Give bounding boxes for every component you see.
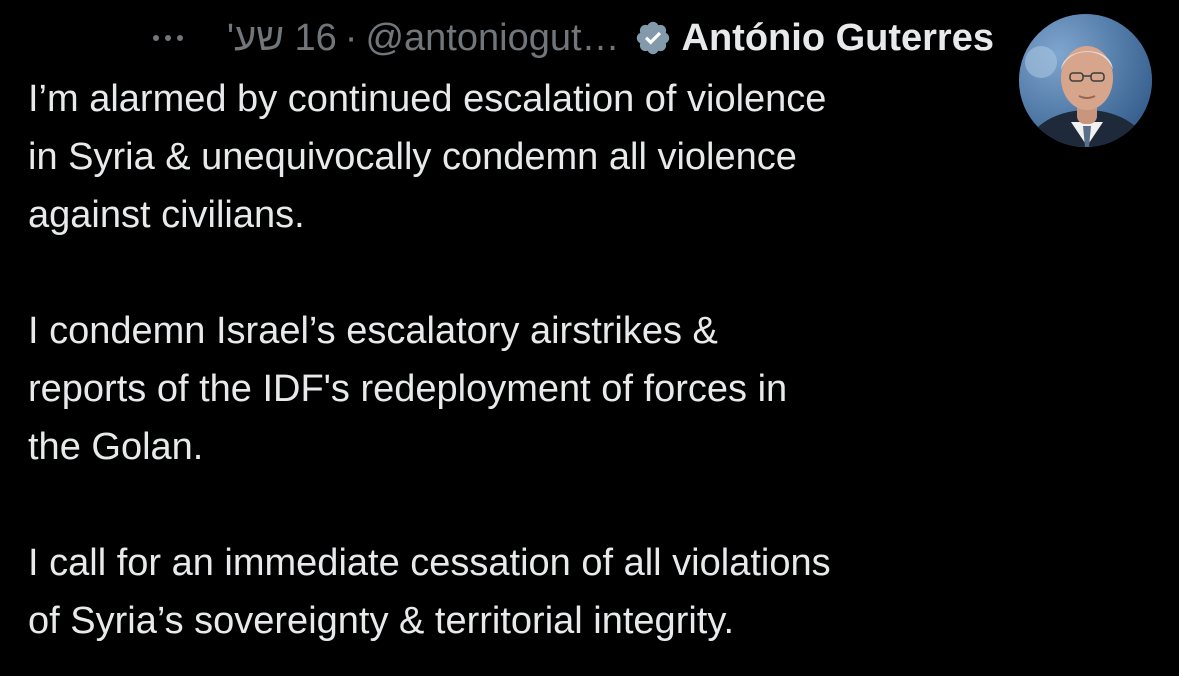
portrait-avatar [1019,14,1152,147]
tweet-header: 16 שע' · @antoniogut… António Guterres [152,14,994,62]
tweet[interactable]: 16 שע' · @antoniogut… António Guterres I… [0,0,1179,676]
tweet-body: I’m alarmed by continued escalation of v… [28,70,1003,650]
author-avatar[interactable] [1019,14,1152,147]
tweet-paragraph: I condemn Israel’s escalatory airstrikes… [28,302,1003,476]
tweet-line: of Syria’s sovereignty & territorial int… [28,600,735,642]
more-options-button[interactable] [152,35,183,41]
tweet-line: against civilians. [28,194,305,236]
verified-badge-icon [634,19,672,57]
tweet-line: the Golan. [28,426,204,468]
author-handle[interactable]: @antoniogut… [365,17,619,60]
tweet-paragraph: I’m alarmed by continued escalation of v… [28,70,1003,244]
tweet-line: I’m alarmed by continued escalation of v… [28,78,827,120]
more-dots-icon [152,35,159,41]
timestamp[interactable]: 16 שע' [227,17,337,60]
tweet-line: in Syria & unequivocally condemn all vio… [28,136,797,178]
tweet-line: I condemn Israel’s escalatory airstrikes… [28,310,718,352]
tweet-line: reports of the IDF's redeployment of for… [28,368,788,410]
separator: · [344,16,358,59]
author-display-name[interactable]: António Guterres [682,17,994,60]
more-dots-icon [164,35,171,41]
tweet-line: I call for an immediate cessation of all… [28,542,831,584]
tweet-paragraph: I call for an immediate cessation of all… [28,534,1003,650]
more-dots-icon [176,35,183,41]
